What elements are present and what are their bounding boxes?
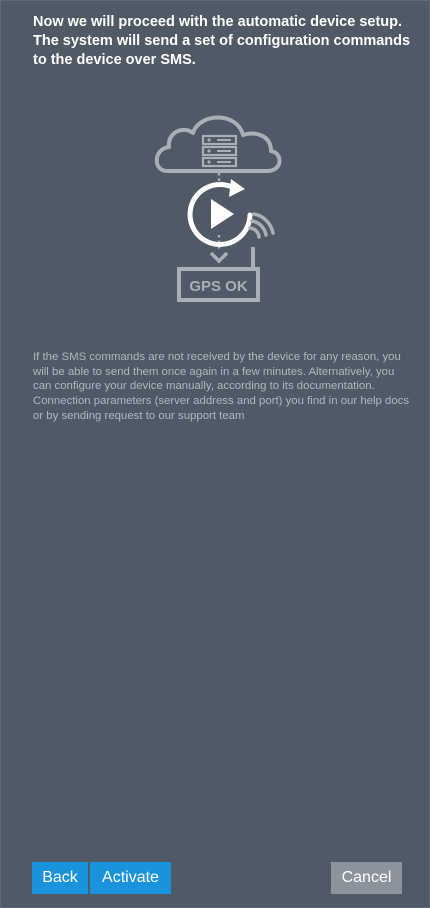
- gps-device-icon: GPS OK: [177, 267, 260, 302]
- cancel-button[interactable]: Cancel: [331, 862, 402, 894]
- back-button[interactable]: Back: [32, 862, 88, 894]
- play-refresh-icon: [187, 179, 253, 247]
- note-text: If the SMS commands are not received by …: [33, 351, 410, 422]
- gps-ok-label: GPS OK: [189, 278, 248, 295]
- arrow-down-icon: [209, 251, 229, 264]
- setup-dialog: Now we will proceed with the automatic d…: [0, 0, 430, 908]
- server-stack-icon: [201, 134, 238, 168]
- activate-button[interactable]: Activate: [90, 862, 171, 894]
- device-setup-illustration: GPS OK: [151, 111, 287, 306]
- signal-waves-icon: [248, 212, 275, 239]
- intro-text: Now we will proceed with the automatic d…: [33, 14, 411, 68]
